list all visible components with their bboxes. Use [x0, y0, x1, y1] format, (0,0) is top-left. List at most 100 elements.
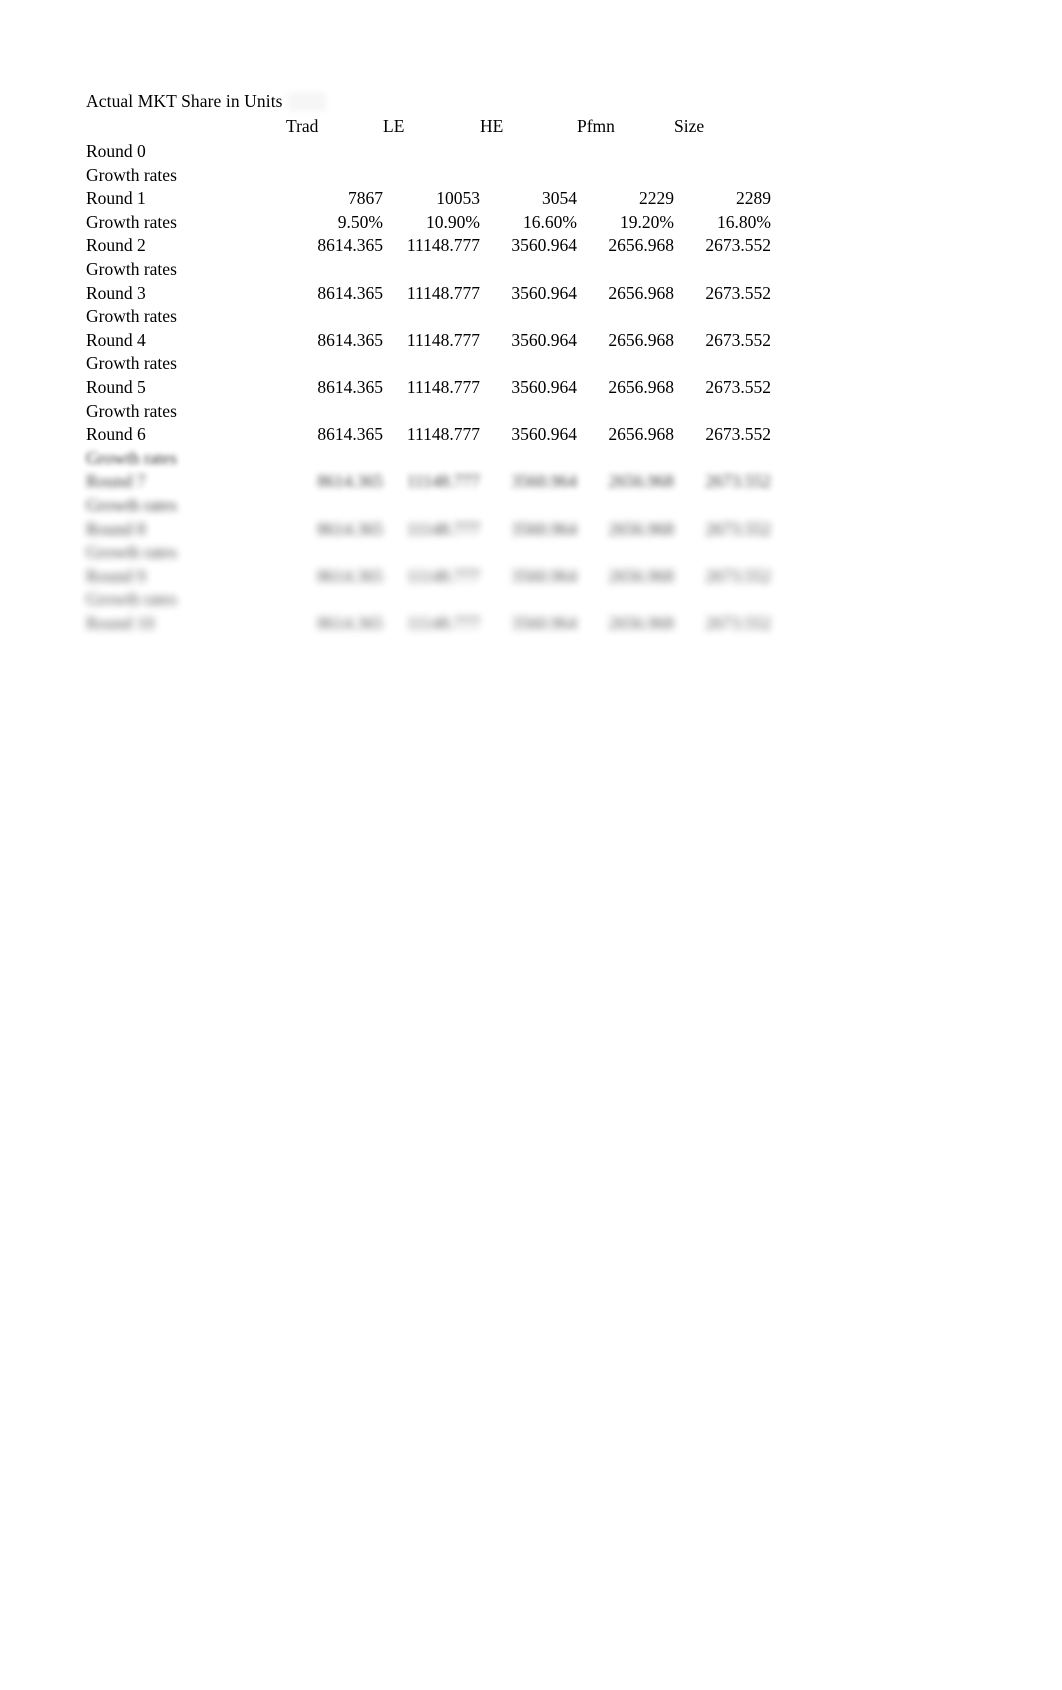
cell-le: 11148.777: [406, 376, 480, 397]
table-row: Growth rates: [86, 164, 771, 188]
row-label: Growth rates: [86, 258, 177, 279]
cell-trad: 7867: [348, 188, 383, 209]
cell-le: [383, 588, 480, 612]
table-row: Round 5 8614.365 11148.777 3560.964 2656.968…: [86, 376, 771, 400]
row-label: Round 2: [86, 235, 146, 256]
cell-size: [674, 588, 771, 612]
row-label: Growth rates: [86, 353, 177, 374]
row-label: Growth rates: [86, 306, 177, 327]
table-row: Growth rates: [86, 258, 771, 282]
column-header-le: LE: [383, 116, 405, 136]
cell-trad: 8614.365: [317, 282, 383, 303]
cell-size: [674, 140, 771, 164]
title-smudge: [288, 92, 326, 111]
cell-size: [674, 541, 771, 565]
row-label: Round 0: [86, 141, 146, 161]
cell-size: [674, 305, 771, 329]
table-row: Growth rates: [86, 400, 771, 424]
row-label: Round 4: [86, 329, 146, 350]
cell-pfmn: 2656.968: [608, 235, 674, 256]
cell-le: [383, 305, 480, 329]
cell-pfmn: 2656.968: [608, 329, 674, 350]
cell-he: 3560.964: [511, 471, 577, 492]
column-header-he: HE: [480, 116, 504, 136]
cell-trad: [286, 541, 383, 565]
cell-trad: [286, 305, 383, 329]
cell-pfmn: 2229: [639, 188, 674, 209]
cell-size: [674, 494, 771, 518]
table-row: Round 10 8614.365 11148.777 3560.964 2656.96…: [86, 612, 771, 636]
table-row: Growth rates: [86, 541, 771, 565]
table-row: Round 3 8614.365 11148.777 3560.964 2656.968…: [86, 282, 771, 306]
cell-he: 3560.964: [511, 329, 577, 350]
cell-pfmn: [577, 305, 674, 329]
cell-he: [480, 588, 577, 612]
page-title: Actual MKT Share in Units: [86, 91, 283, 111]
cell-size: 2673.552: [705, 612, 771, 633]
cell-he: 16.60%: [523, 211, 577, 232]
cell-pfmn: 2656.968: [608, 424, 674, 445]
cell-trad: [286, 140, 383, 164]
column-header-size: Size: [674, 116, 705, 136]
cell-size: [674, 258, 771, 282]
spreadsheet-page: Actual MKT Share in Units Trad LE HE Pfm…: [0, 0, 1062, 1690]
table-row: Round 7 8614.365 11148.777 3560.964 2656.968…: [86, 470, 771, 494]
cell-pfmn: [577, 588, 674, 612]
cell-he: 3560.964: [511, 565, 577, 586]
cell-le: 11148.777: [406, 565, 480, 586]
table-row: Growth rates: [86, 588, 771, 612]
table-row: Growth rates: [86, 494, 771, 518]
table-body: Round 0 Growth rates Round 1 7867 10053 3054 2…: [86, 140, 771, 635]
cell-le: 11148.777: [406, 235, 480, 256]
cell-pfmn: 2656.968: [608, 376, 674, 397]
cell-he: [480, 400, 577, 424]
table-header-row: Trad LE HE Pfmn Size: [86, 113, 771, 140]
cell-he: [480, 447, 577, 471]
cell-le: [383, 352, 480, 376]
table-row: Growth rates: [86, 352, 771, 376]
table-row: Round 0: [86, 140, 771, 164]
cell-trad: 9.50%: [337, 211, 383, 232]
table-row: Round 9 8614.365 11148.777 3560.964 2656.968…: [86, 565, 771, 589]
cell-le: [383, 400, 480, 424]
cell-pfmn: [577, 140, 674, 164]
cell-trad: [286, 494, 383, 518]
cell-pfmn: 2656.968: [608, 518, 674, 539]
cell-he: [480, 164, 577, 188]
column-header-pfmn: Pfmn: [577, 116, 615, 136]
cell-le: 11148.777: [406, 471, 480, 492]
row-label: Growth rates: [86, 542, 177, 563]
column-header-rowlabel: [86, 113, 286, 140]
row-label: Growth rates: [86, 447, 177, 468]
cell-trad: 8614.365: [317, 424, 383, 445]
cell-size: 2673.552: [705, 424, 771, 445]
row-label: Growth rates: [86, 164, 177, 185]
cell-he: 3560.964: [511, 612, 577, 633]
cell-trad: 8614.365: [317, 565, 383, 586]
row-label: Growth rates: [86, 494, 177, 515]
cell-he: 3560.964: [511, 282, 577, 303]
cell-pfmn: [577, 258, 674, 282]
cell-size: 2673.552: [705, 471, 771, 492]
row-label: Round 7: [86, 471, 146, 492]
cell-trad: 8614.365: [317, 612, 383, 633]
row-label: Round 9: [86, 565, 146, 586]
table-row: Round 6 8614.365 11148.777 3560.964 2656.968…: [86, 423, 771, 447]
row-label: Growth rates: [86, 400, 177, 421]
cell-pfmn: 2656.968: [608, 565, 674, 586]
table-header: Trad LE HE Pfmn Size: [86, 113, 771, 140]
cell-size: [674, 447, 771, 471]
table-row: Round 2 8614.365 11148.777 3560.964 2656.968…: [86, 234, 771, 258]
cell-he: 3560.964: [511, 518, 577, 539]
cell-trad: 8614.365: [317, 518, 383, 539]
cell-he: [480, 541, 577, 565]
cell-le: 11148.777: [406, 424, 480, 445]
column-header-trad: Trad: [286, 116, 319, 136]
cell-trad: 8614.365: [317, 376, 383, 397]
cell-trad: [286, 164, 383, 188]
cell-size: 2673.552: [705, 235, 771, 256]
cell-le: 11148.777: [406, 612, 480, 633]
cell-trad: 8614.365: [317, 235, 383, 256]
row-label: Growth rates: [86, 589, 177, 610]
table-row: Growth rates: [86, 305, 771, 329]
